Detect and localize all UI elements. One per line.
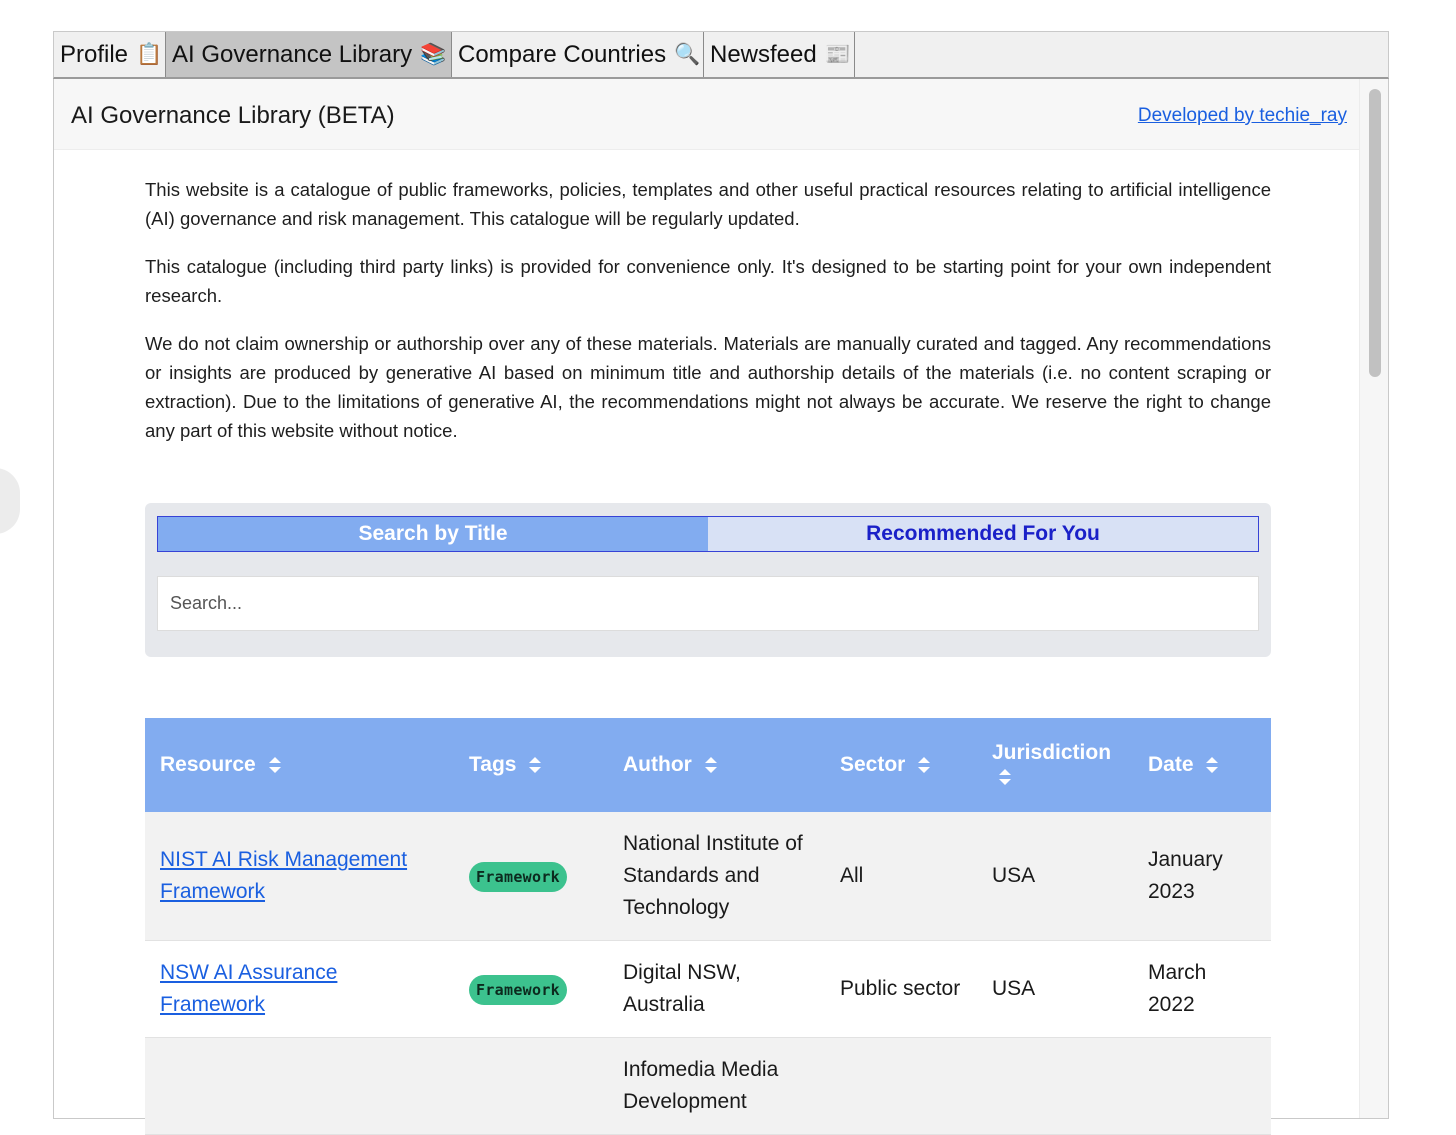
tags-cell: Framework: [454, 812, 608, 941]
tab-newsfeed[interactable]: Newsfeed 📰: [704, 32, 855, 77]
clipboard-icon: 📋: [136, 42, 163, 66]
tab-bar: Profile 📋 AI Governance Library 📚 Compar…: [53, 31, 1389, 79]
sector-cell: All: [825, 812, 977, 941]
search-by-title-button[interactable]: Search by Title: [158, 517, 708, 551]
sector-cell: Public sector: [825, 940, 977, 1038]
recommended-for-you-button[interactable]: Recommended For You: [708, 517, 1258, 551]
table-row: Infomedia Media Development: [145, 1037, 1271, 1135]
sort-icon: [529, 757, 542, 774]
sort-icon: [704, 757, 717, 774]
resource-link[interactable]: NIST AI Risk Management Framework: [160, 848, 407, 903]
intro-text: This website is a catalogue of public fr…: [145, 175, 1271, 464]
vertical-scrollbar[interactable]: [1359, 79, 1388, 1118]
column-label: Author: [623, 753, 692, 776]
column-label: Resource: [160, 753, 256, 776]
scrollbar-thumb[interactable]: [1369, 89, 1381, 377]
date-cell: [1133, 1037, 1271, 1135]
column-date[interactable]: Date: [1133, 718, 1271, 812]
magnifier-icon: 🔍: [674, 42, 701, 66]
intro-paragraph-2: This catalogue (including third party li…: [145, 256, 1271, 306]
resource-cell: [145, 1037, 454, 1135]
resource-link[interactable]: NSW AI Assurance Framework: [160, 961, 337, 1016]
tab-ai-governance-library[interactable]: AI Governance Library 📚: [166, 32, 452, 77]
intro-paragraph-1: This website is a catalogue of public fr…: [145, 179, 1271, 229]
column-resource[interactable]: Resource: [145, 718, 454, 812]
author-cell: Infomedia Media Development: [608, 1037, 825, 1135]
side-handle: [0, 468, 20, 534]
table-row: NSW AI Assurance Framework Framework Dig…: [145, 940, 1271, 1038]
window-header: AI Governance Library (BETA) Developed b…: [54, 79, 1361, 150]
tab-label: AI Governance Library: [172, 40, 413, 68]
table-row: NIST AI Risk Management Framework Framew…: [145, 812, 1271, 941]
tags-cell: Framework: [454, 940, 608, 1038]
author-cell: National Institute of Standards and Tech…: [608, 812, 825, 941]
page-title: AI Governance Library (BETA): [71, 102, 395, 129]
tags-cell: [454, 1037, 608, 1135]
tab-label: Newsfeed: [710, 40, 817, 68]
resource-cell: NIST AI Risk Management Framework: [145, 812, 454, 941]
books-icon: 📚: [420, 42, 447, 66]
developer-link[interactable]: Developed by techie_ray: [1138, 105, 1347, 127]
date-cell: January 2023: [1133, 812, 1271, 941]
tag-badge: Framework: [469, 975, 567, 1005]
jurisdiction-cell: [977, 1037, 1133, 1135]
resource-cell: NSW AI Assurance Framework: [145, 940, 454, 1038]
intro-paragraph-3: We do not claim ownership or authorship …: [145, 333, 1271, 441]
sort-icon: [268, 757, 281, 774]
column-label: Sector: [840, 753, 906, 776]
column-label: Jurisdiction: [992, 741, 1112, 764]
search-input[interactable]: [157, 576, 1259, 631]
tag-badge: Framework: [469, 862, 567, 892]
library-window: AI Governance Library (BETA) Developed b…: [53, 79, 1389, 1135]
jurisdiction-cell: USA: [977, 940, 1133, 1038]
resource-table: Resource Tags Author Sector Jurisdiction…: [145, 718, 1271, 1135]
date-cell: March 2022: [1133, 940, 1271, 1038]
column-label: Tags: [469, 753, 517, 776]
column-sector[interactable]: Sector: [825, 718, 977, 812]
column-tags[interactable]: Tags: [454, 718, 608, 812]
sort-icon: [999, 769, 1011, 786]
sort-icon: [1206, 757, 1219, 774]
sector-cell: [825, 1037, 977, 1135]
search-mode-toggle: Search by Title Recommended For You: [157, 516, 1259, 552]
column-jurisdiction[interactable]: Jurisdiction: [977, 718, 1133, 812]
search-panel: Search by Title Recommended For You: [145, 503, 1271, 657]
newspaper-icon: 📰: [824, 42, 851, 66]
tab-compare-countries[interactable]: Compare Countries 🔍: [452, 32, 704, 77]
column-label: Date: [1148, 753, 1194, 776]
tab-profile[interactable]: Profile 📋: [54, 32, 166, 77]
table-header-row: Resource Tags Author Sector Jurisdiction…: [145, 718, 1271, 812]
tab-label: Profile: [60, 40, 129, 68]
jurisdiction-cell: USA: [977, 812, 1133, 941]
tab-label: Compare Countries: [458, 40, 667, 68]
author-cell: Digital NSW, Australia: [608, 940, 825, 1038]
column-author[interactable]: Author: [608, 718, 825, 812]
sort-icon: [918, 757, 931, 774]
